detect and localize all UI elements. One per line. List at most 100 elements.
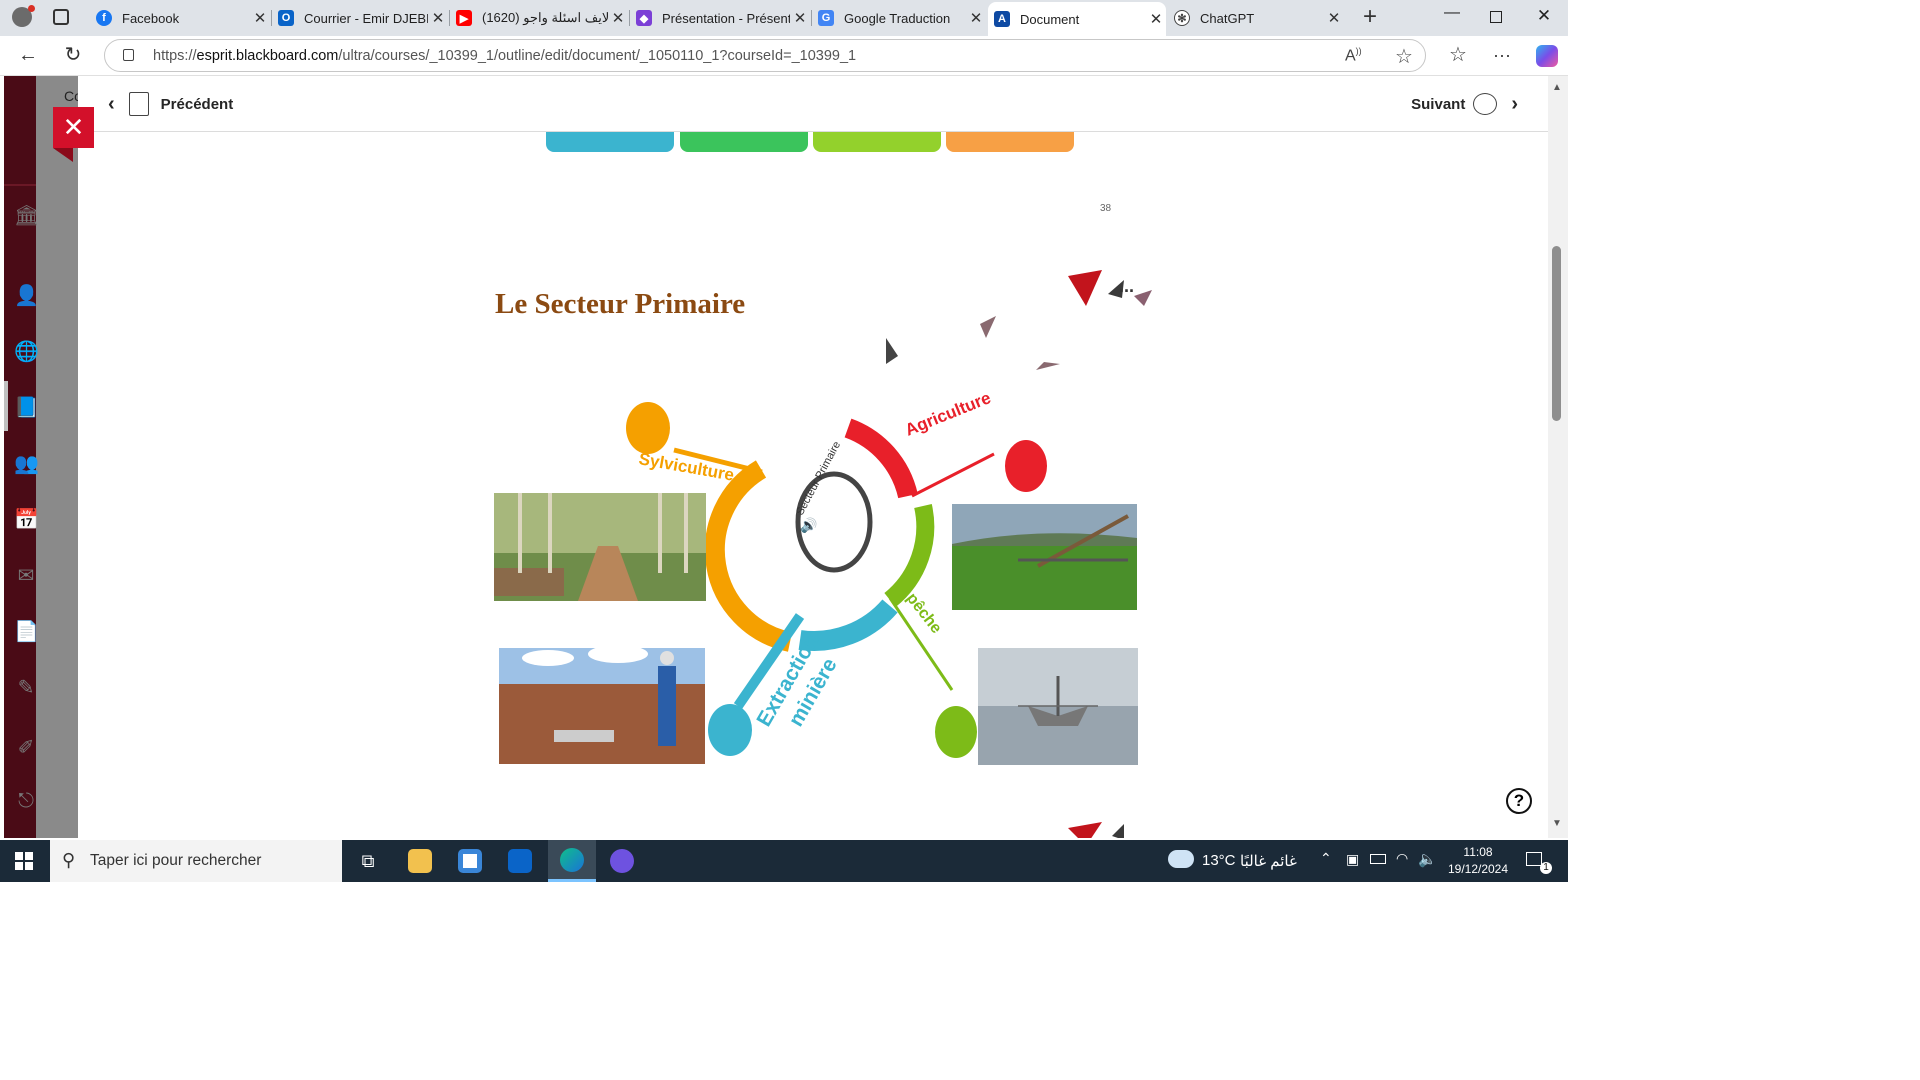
tab-google-translate[interactable]: G Google Traduction ✕ [812, 4, 986, 32]
close-tab-icon[interactable]: ✕ [428, 9, 448, 27]
arc-green [884, 504, 935, 608]
slide-title: Le Secteur Primaire [495, 288, 746, 320]
minimize-button[interactable]: — [1440, 4, 1464, 22]
weather-temperature[interactable]: 13°C [1202, 852, 1236, 869]
close-window-button[interactable]: ✕ [1532, 6, 1556, 26]
scroll-up-arrow-icon[interactable]: ▲ [1552, 82, 1562, 93]
calendar-icon[interactable]: 📅 [14, 507, 39, 531]
sidebar-overlay: Co [36, 76, 82, 838]
microsoft-store-icon[interactable] [446, 840, 494, 882]
close-tab-icon[interactable]: ✕ [250, 9, 270, 27]
wifi-icon[interactable]: ◠ [1396, 850, 1408, 867]
favorites-icon[interactable]: ☆ [1446, 44, 1470, 66]
tab-title: Courrier - Emir DJEBBI [304, 10, 428, 26]
previous-label: Précédent [160, 95, 234, 113]
edit-icon[interactable]: ✐ [14, 735, 38, 759]
tab-facebook[interactable]: f Facebook ✕ [90, 4, 270, 32]
tab-title: Présentation - Présentation [662, 10, 790, 26]
taskbar-search[interactable]: ⚲ Taper ici pour rechercher [50, 840, 342, 882]
scrollbar-thumb[interactable] [1552, 246, 1561, 421]
vertical-tabs-icon[interactable] [53, 9, 69, 25]
vertical-scrollbar[interactable]: ▲ ▼ [1548, 76, 1568, 838]
url-path: /ultra/courses/_10399_1/outline/edit/doc… [338, 48, 857, 64]
outlook-app-icon[interactable] [496, 840, 544, 882]
courses-icon[interactable]: 📘 [14, 395, 39, 419]
url-scheme: https:// [153, 48, 197, 64]
globe-icon[interactable]: 🌐 [14, 339, 39, 363]
tab-chatgpt[interactable]: ✻ ChatGPT ✕ [1168, 4, 1344, 32]
favorite-star-icon[interactable]: ☆ [1395, 44, 1413, 69]
previous-button[interactable]: ‹ Précédent [108, 90, 233, 118]
close-button-tail [53, 148, 73, 162]
tools-icon[interactable]: ✎ [14, 675, 38, 699]
windows-start-icon[interactable] [15, 852, 33, 870]
youtube-icon: ▶ [456, 10, 472, 26]
volume-icon[interactable]: 🔈 [1418, 850, 1437, 868]
weather-icon[interactable] [1168, 850, 1194, 868]
tab-document[interactable]: A Document ✕ [988, 2, 1166, 36]
slide-canvas: Secteur Primaire 🔊 Sylviculture Agricult… [494, 116, 1152, 838]
document-icon [128, 92, 149, 116]
grades-icon[interactable]: 📄 [14, 619, 39, 643]
close-tab-icon[interactable]: ✕ [790, 9, 810, 27]
groups-icon[interactable]: 👥 [14, 451, 39, 475]
photo-fishing [978, 648, 1138, 765]
help-icon[interactable]: ? [1506, 788, 1532, 814]
refresh-icon[interactable]: ↻ [61, 44, 85, 66]
windows-taskbar: ⚲ Taper ici pour rechercher ⧉ 13°C غائم … [0, 840, 1568, 882]
notifications-icon[interactable] [1526, 852, 1542, 866]
close-tab-icon[interactable]: ✕ [608, 9, 628, 27]
scroll-down-arrow-icon[interactable]: ▼ [1552, 818, 1562, 829]
institution-icon[interactable]: 🏛 [14, 203, 39, 227]
more-dots: ... [1119, 276, 1135, 296]
messages-icon[interactable]: ✉ [14, 563, 38, 587]
sign-out-icon[interactable]: ⎋ [14, 790, 38, 814]
clock-date: 19/12/2024 [1447, 862, 1509, 876]
chevron-left-icon: ‹ [108, 92, 115, 115]
copilot-app-icon[interactable] [598, 840, 646, 882]
restore-button[interactable] [1490, 11, 1502, 23]
notification-count: 1 [1540, 862, 1552, 874]
chatgpt-icon: ✻ [1174, 10, 1190, 26]
tab-youtube[interactable]: ▶ (1620) لايف اسئلة واجو ✕ [450, 4, 628, 32]
tab-outlook[interactable]: O Courrier - Emir DJEBBI ✕ [272, 4, 448, 32]
close-panel-button[interactable]: ✕ [53, 107, 94, 148]
tab-title: Document [1020, 11, 1080, 27]
back-arrow-icon[interactable]: ← [16, 44, 40, 66]
deco-triangle-small [1036, 362, 1060, 370]
lock-icon[interactable] [123, 49, 134, 61]
profile-icon[interactable]: 👤 [14, 283, 39, 307]
show-hidden-icons-chevron-icon[interactable]: ⌃ [1320, 850, 1332, 867]
battery-icon[interactable] [1370, 854, 1386, 864]
read-aloud-icon[interactable]: A)) [1345, 46, 1362, 65]
speaker-icon[interactable]: 🔊 [800, 516, 817, 534]
new-tab-button[interactable]: + [1358, 3, 1382, 31]
photo-agriculture [952, 504, 1137, 610]
address-bar[interactable]: https://esprit.blackboard.com/ultra/cour… [104, 39, 1426, 72]
node-orange [626, 402, 670, 454]
facebook-icon: f [96, 10, 112, 26]
more-menu-icon[interactable]: ··· [1490, 44, 1514, 66]
next-button[interactable]: Suivant › [1411, 90, 1518, 118]
blackboard-icon: A [994, 11, 1010, 27]
tab-presentation[interactable]: ◆ Présentation - Présentation ✕ [630, 4, 810, 32]
copilot-icon[interactable] [1536, 45, 1558, 67]
close-tab-icon[interactable]: ✕ [1324, 9, 1344, 27]
deco-triangle-bottom-dark [1112, 824, 1124, 838]
next-label: Suivant [1411, 95, 1466, 113]
clock-time: 11:08 [1463, 845, 1493, 859]
deco-triangle-bottom-red [1068, 822, 1102, 838]
document-panel: Secteur Primaire 🔊 Sylviculture Agricult… [78, 76, 1548, 838]
close-tab-icon[interactable]: ✕ [966, 9, 986, 27]
weather-condition[interactable]: غائم غالبًا [1240, 852, 1297, 870]
close-tab-icon[interactable]: ✕ [1146, 10, 1166, 28]
deco-triangle-red [1068, 270, 1102, 306]
edge-app-icon[interactable] [548, 840, 596, 882]
system-clock[interactable]: 11:08 19/12/2024 [1446, 844, 1510, 878]
task-view-icon[interactable]: ⧉ [344, 840, 392, 882]
line-red [911, 452, 995, 498]
profile-notification-dot [28, 5, 35, 12]
meet-now-icon[interactable]: ▣ [1346, 851, 1359, 868]
url-text[interactable]: https://esprit.blackboard.com/ultra/cour… [153, 48, 856, 64]
file-explorer-icon[interactable] [396, 840, 444, 882]
